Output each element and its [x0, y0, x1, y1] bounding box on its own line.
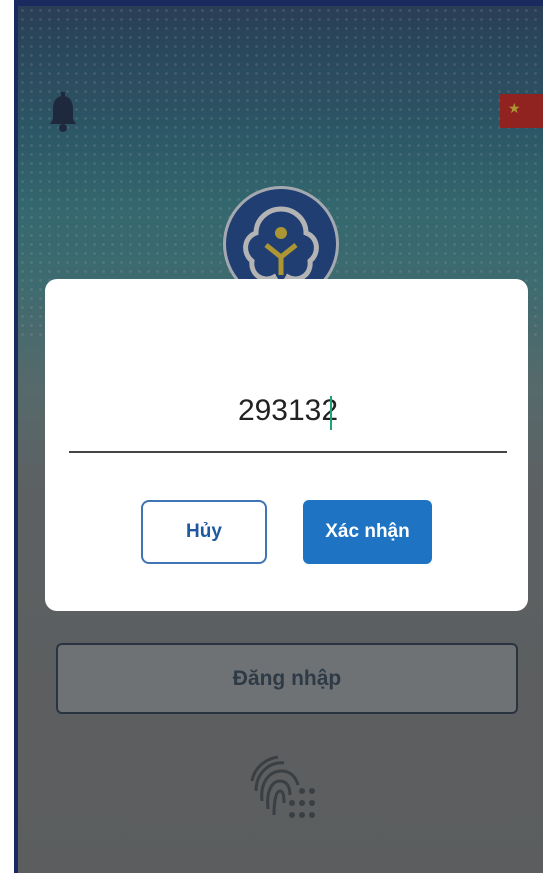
cancel-button-label: Hủy — [186, 521, 222, 542]
login-button-label: Đăng nhập — [232, 666, 342, 690]
confirm-button[interactable]: Xác nhận — [303, 500, 432, 564]
code-input[interactable] — [69, 371, 507, 453]
confirm-button-label: Xác nhận — [325, 521, 410, 542]
cancel-button[interactable]: Hủy — [141, 500, 267, 564]
screen: ★ Đăng nhập 293132 Hủy Xác nhận — [0, 0, 543, 873]
fingerprint-icon[interactable] — [244, 751, 320, 823]
verification-dialog: Hủy Xác nhận — [45, 279, 528, 611]
text-cursor — [330, 396, 332, 430]
login-button[interactable]: Đăng nhập — [56, 643, 518, 714]
left-margin — [0, 0, 14, 873]
